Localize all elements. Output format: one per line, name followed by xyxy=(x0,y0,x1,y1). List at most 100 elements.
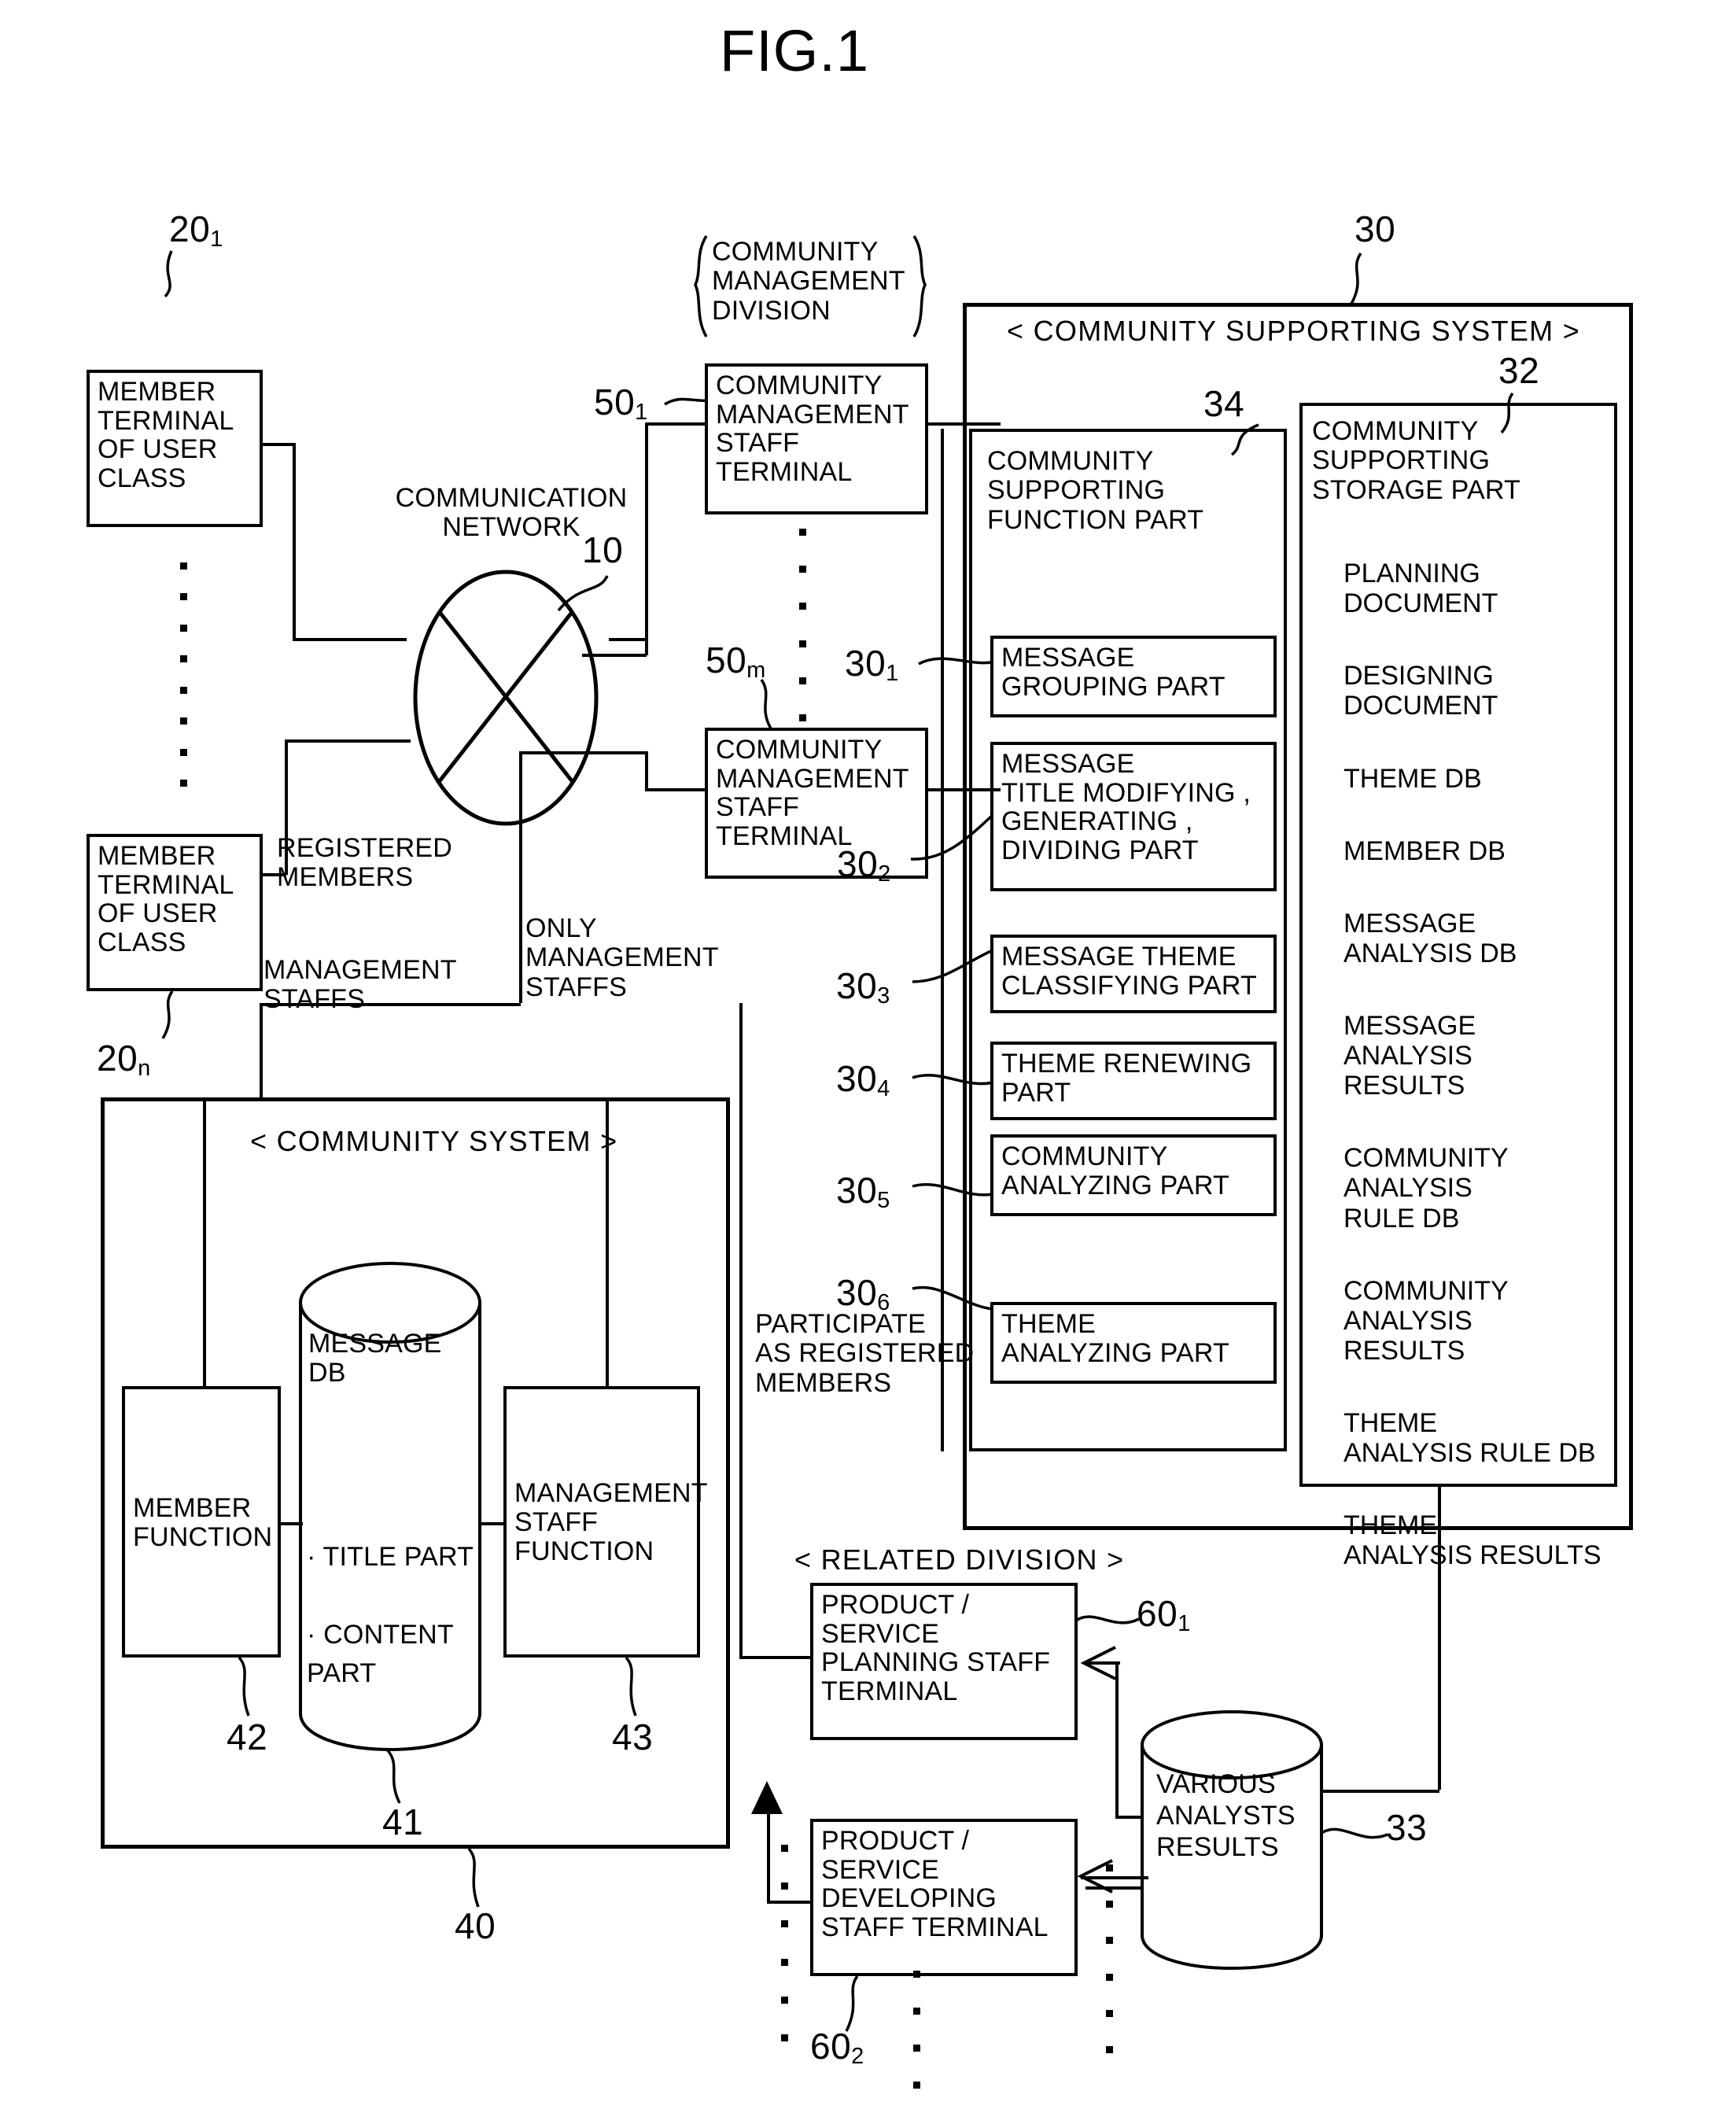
line-member-fn-top xyxy=(203,1097,206,1388)
edge-label-only-management-staffs: ONLY MANAGEMENT STAFFS xyxy=(525,913,719,1002)
community-management-staff-terminal-m: COMMUNITY MANAGEMENT STAFF TERMINAL xyxy=(705,728,928,879)
line-mgmt-fn-to-db xyxy=(478,1522,505,1525)
leader-line-30-4 xyxy=(912,1074,993,1086)
line-cmm-left-b xyxy=(645,751,648,791)
line-20-n-to-net-c xyxy=(285,739,411,743)
ref-41: 41 xyxy=(382,1801,424,1842)
ref-60-2: 602 xyxy=(810,2026,864,2070)
storage-items-list: PLANNING DOCUMENT DESIGNING DOCUMENT THE… xyxy=(1312,529,1627,1613)
line-member-fn-to-db xyxy=(281,1522,303,1525)
line-cmm-left-e xyxy=(260,1003,521,1006)
message-db-label: MESSAGE DB xyxy=(308,1329,442,1388)
leader-line-41 xyxy=(385,1748,401,1804)
vertical-ellipsis-related-left xyxy=(780,1845,788,2041)
arrow-to-developing-terminal xyxy=(1077,1859,1113,1894)
leader-line-40 xyxy=(467,1847,480,1908)
community-supporting-storage-part-title: COMMUNITY SUPPORTING STORAGE PART xyxy=(1312,416,1521,505)
line-cmm-left-f xyxy=(260,1003,263,1097)
product-service-planning-staff-terminal: PRODUCT / SERVICE PLANNING STAFF TERMINA… xyxy=(810,1583,1078,1740)
storage-item-message-analysis-results: MESSAGE ANALYSIS RESULTS xyxy=(1343,1011,1476,1101)
leader-line-30 xyxy=(1350,252,1362,304)
leader-line-20-1 xyxy=(164,250,173,298)
ref-50-m: 50m xyxy=(706,640,766,684)
ref-42: 42 xyxy=(227,1717,268,1757)
ref-20-n: 20n xyxy=(97,1038,151,1082)
storage-item-theme-analysis-results: THEME ANALYSIS RESULTS xyxy=(1343,1510,1601,1571)
community-supporting-function-part-title: COMMUNITY SUPPORTING FUNCTION PART xyxy=(987,446,1204,535)
message-theme-classifying-part: MESSAGE THEME CLASSIFYING PART xyxy=(990,935,1277,1013)
ref-43: 43 xyxy=(612,1717,654,1757)
storage-item-message-analysis-db: MESSAGE ANALYSIS DB xyxy=(1343,908,1517,968)
leader-line-43 xyxy=(625,1656,637,1717)
line-developing-feedback-b xyxy=(767,1901,813,1904)
storage-item-planning-document: PLANNING DOCUMENT xyxy=(1343,559,1498,619)
line-community-system-vertical xyxy=(739,1003,743,1656)
line-cm1-left-b xyxy=(645,422,648,655)
storage-item-designing-document: DESIGNING DOCUMENT xyxy=(1343,661,1498,721)
message-title-modify-generate-divide-part: MESSAGE TITLE MODIFYING , GENERATING , D… xyxy=(990,742,1277,891)
arrowhead-developing-feedback xyxy=(751,1781,783,1814)
community-analyzing-part: COMMUNITY ANALYZING PART xyxy=(990,1134,1277,1216)
community-system-header: < COMMUNITY SYSTEM > xyxy=(250,1125,618,1157)
storage-item-member-db: MEMBER DB xyxy=(1343,835,1506,866)
leader-line-10 xyxy=(557,575,609,612)
ref-50-1: 501 xyxy=(594,382,648,426)
leader-line-20-n xyxy=(161,990,174,1039)
ref-30-4: 304 xyxy=(836,1058,890,1102)
line-community-system-to-planning xyxy=(739,1656,810,1659)
line-storage-to-analysts-a xyxy=(1438,1487,1441,1790)
line-cmm-to-system xyxy=(928,788,1001,791)
line-analysts-to-planning-a xyxy=(1115,1661,1119,1816)
member-terminal-user-class-1: MEMBER TERMINAL OF USER CLASS xyxy=(87,370,263,527)
ref-20-1: 201 xyxy=(169,208,223,253)
ref-33: 33 xyxy=(1386,1807,1428,1848)
line-cmm-left-d xyxy=(519,751,522,1003)
related-division-header: < RELATED DIVISION > xyxy=(794,1543,1125,1576)
ref-30-3: 303 xyxy=(836,965,890,1009)
line-analysts-db-right-stub xyxy=(1085,1886,1144,1890)
leader-line-60-1 xyxy=(1075,1615,1140,1624)
ref-34: 34 xyxy=(1203,383,1245,424)
line-net-right-c xyxy=(609,751,647,754)
various-analysts-results-label: VARIOUS ANALYSTS RESULTS xyxy=(1156,1769,1296,1863)
ref-60-1: 601 xyxy=(1137,1593,1191,1637)
line-mgmt-fn-top xyxy=(606,1097,609,1388)
ref-30: 30 xyxy=(1355,208,1396,249)
line-analysts-to-planning-b xyxy=(1115,1816,1144,1819)
theme-renewing-part: THEME RENEWING PART xyxy=(990,1042,1277,1120)
function-part-spine xyxy=(941,429,944,1451)
line-cm1-left-c xyxy=(582,654,647,657)
product-service-developing-staff-terminal: PRODUCT / SERVICE DEVELOPING STAFF TERMI… xyxy=(810,1819,1078,1976)
leader-line-50-m xyxy=(760,678,772,729)
arrow-to-planning-terminal xyxy=(1080,1646,1120,1680)
vertical-ellipsis-cm-terminals xyxy=(798,529,806,721)
community-management-staff-terminal-1: COMMUNITY MANAGEMENT STAFF TERMINAL xyxy=(705,363,928,514)
management-staff-function: MANAGEMENT STAFF FUNCTION xyxy=(503,1386,707,1658)
line-20-1-to-net-c xyxy=(293,638,407,641)
member-function: MEMBER FUNCTION xyxy=(122,1386,281,1658)
edge-label-participate-as-registered-members: PARTICIPATE AS REGISTERED MEMBERS xyxy=(755,1309,975,1398)
ref-40: 40 xyxy=(455,1905,496,1946)
line-20-1-to-net-b xyxy=(293,443,296,640)
storage-item-community-analysis-results: COMMUNITY ANALYSIS RESULTS xyxy=(1343,1275,1509,1366)
patent-figure: FIG.1 201 MEMBER TERMINAL OF USER CLASS … xyxy=(0,0,1736,2113)
member-terminal-user-class-n: MEMBER TERMINAL OF USER CLASS xyxy=(87,834,263,991)
line-cm1-to-system xyxy=(928,422,1001,426)
vertical-ellipsis-related-mid xyxy=(912,1971,920,2089)
leader-line-33 xyxy=(1321,1827,1388,1839)
ref-10: 10 xyxy=(582,529,624,570)
community-supporting-system-header: < COMMUNITY SUPPORTING SYSTEM > xyxy=(1007,315,1581,347)
line-cm1-left-a xyxy=(645,422,706,426)
leader-line-30-1 xyxy=(918,657,992,666)
storage-item-community-analysis-rule-db: COMMUNITY ANALYSIS RULE DB xyxy=(1343,1143,1509,1234)
vertical-ellipsis-member-terminals xyxy=(179,562,187,787)
leader-line-30-3 xyxy=(912,949,993,983)
line-cmm-left-a xyxy=(645,788,706,791)
line-20-1-to-net-a xyxy=(263,443,294,446)
leader-line-42 xyxy=(238,1656,250,1717)
ref-30-1: 301 xyxy=(845,643,899,687)
figure-title: FIG.1 xyxy=(720,18,870,83)
theme-analyzing-part: THEME ANALYZING PART xyxy=(990,1302,1277,1384)
ref-30-2: 302 xyxy=(837,843,891,887)
ref-32: 32 xyxy=(1498,350,1540,391)
